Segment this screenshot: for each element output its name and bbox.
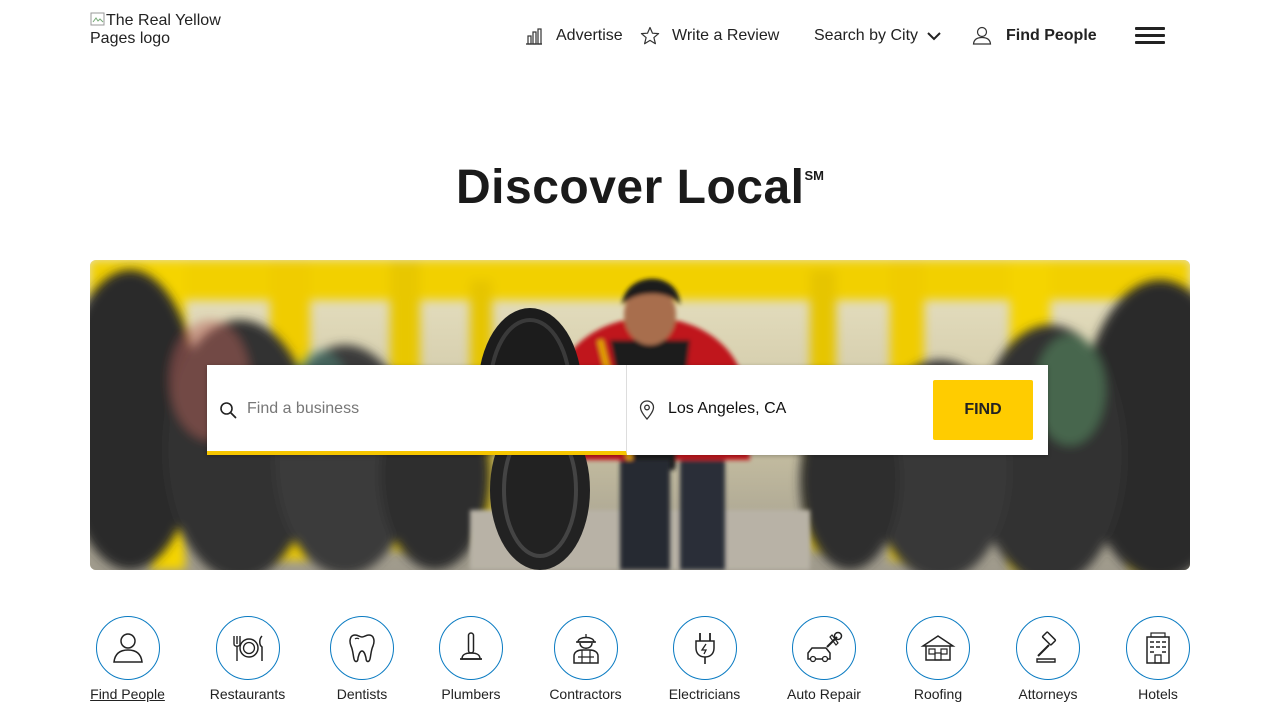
service-mark: SM [804, 168, 824, 183]
category-label: Plumbers [441, 686, 501, 702]
business-search-input[interactable] [247, 397, 607, 421]
category-label: Dentists [336, 686, 388, 702]
category-label: Roofing [913, 686, 963, 702]
logo-alt-text: The Real Yellow Pages logo [90, 12, 221, 47]
plug-icon [672, 616, 737, 680]
category-contractors[interactable]: Contractors [548, 616, 623, 702]
search-bar: FIND [207, 365, 1048, 455]
chevron-down-icon [926, 28, 942, 44]
category-hotels[interactable]: Hotels [1126, 616, 1190, 702]
nav-advertise-label: Advertise [556, 27, 623, 44]
category-label: Hotels [1138, 686, 1178, 702]
nav-find-people-label: Find People [1006, 27, 1097, 44]
find-button[interactable]: FIND [933, 380, 1033, 440]
car-wrench-icon [792, 616, 856, 680]
broken-image-icon [90, 12, 105, 26]
search-icon [219, 401, 237, 419]
nav-write-review-label: Write a Review [672, 27, 780, 44]
category-label: Contractors [549, 686, 622, 702]
category-label: Auto Repair [787, 686, 861, 702]
category-roofing[interactable]: Roofing [906, 616, 970, 702]
headline-text: Discover Local [456, 161, 805, 214]
house-icon [906, 616, 970, 680]
category-label: Electricians [668, 686, 741, 702]
category-attorneys[interactable]: Attorneys [1016, 616, 1080, 702]
category-restaurants[interactable]: Restaurants [209, 616, 286, 702]
site-logo[interactable]: The Real Yellow Pages logo [90, 11, 250, 48]
worker-hardhat-icon [553, 616, 618, 680]
nav-search-by-city[interactable]: Search by City [814, 24, 942, 48]
business-search-field[interactable] [207, 365, 627, 455]
nav-advertise[interactable]: Advertise [524, 24, 623, 48]
user-icon [972, 26, 992, 46]
gavel-icon [1016, 616, 1080, 680]
category-dentists[interactable]: Dentists [330, 616, 394, 702]
category-label: Attorneys [1018, 686, 1078, 702]
category-label: Restaurants [209, 686, 286, 702]
person-icon [95, 616, 160, 680]
category-label: Find People [90, 686, 165, 702]
page-headline: Discover LocalSM [0, 160, 1280, 215]
hamburger-menu-icon[interactable] [1135, 27, 1165, 45]
plunger-icon [439, 616, 503, 680]
category-plumbers[interactable]: Plumbers [439, 616, 503, 702]
star-icon [640, 26, 660, 46]
location-field[interactable] [628, 365, 928, 455]
location-input[interactable] [668, 397, 918, 421]
nav-find-people[interactable]: Find People [972, 24, 1097, 48]
category-electricians[interactable]: Electricians [668, 616, 741, 702]
category-auto-repair[interactable]: Auto Repair [787, 616, 861, 702]
location-pin-icon [639, 400, 655, 420]
tooth-icon [330, 616, 394, 680]
nav-write-review[interactable]: Write a Review [640, 24, 779, 48]
plate-utensils-icon [215, 616, 280, 680]
bar-chart-icon [524, 26, 544, 46]
category-find-people[interactable]: Find People [90, 616, 165, 702]
nav-search-by-city-label: Search by City [814, 27, 919, 44]
hotel-building-icon [1126, 616, 1190, 680]
